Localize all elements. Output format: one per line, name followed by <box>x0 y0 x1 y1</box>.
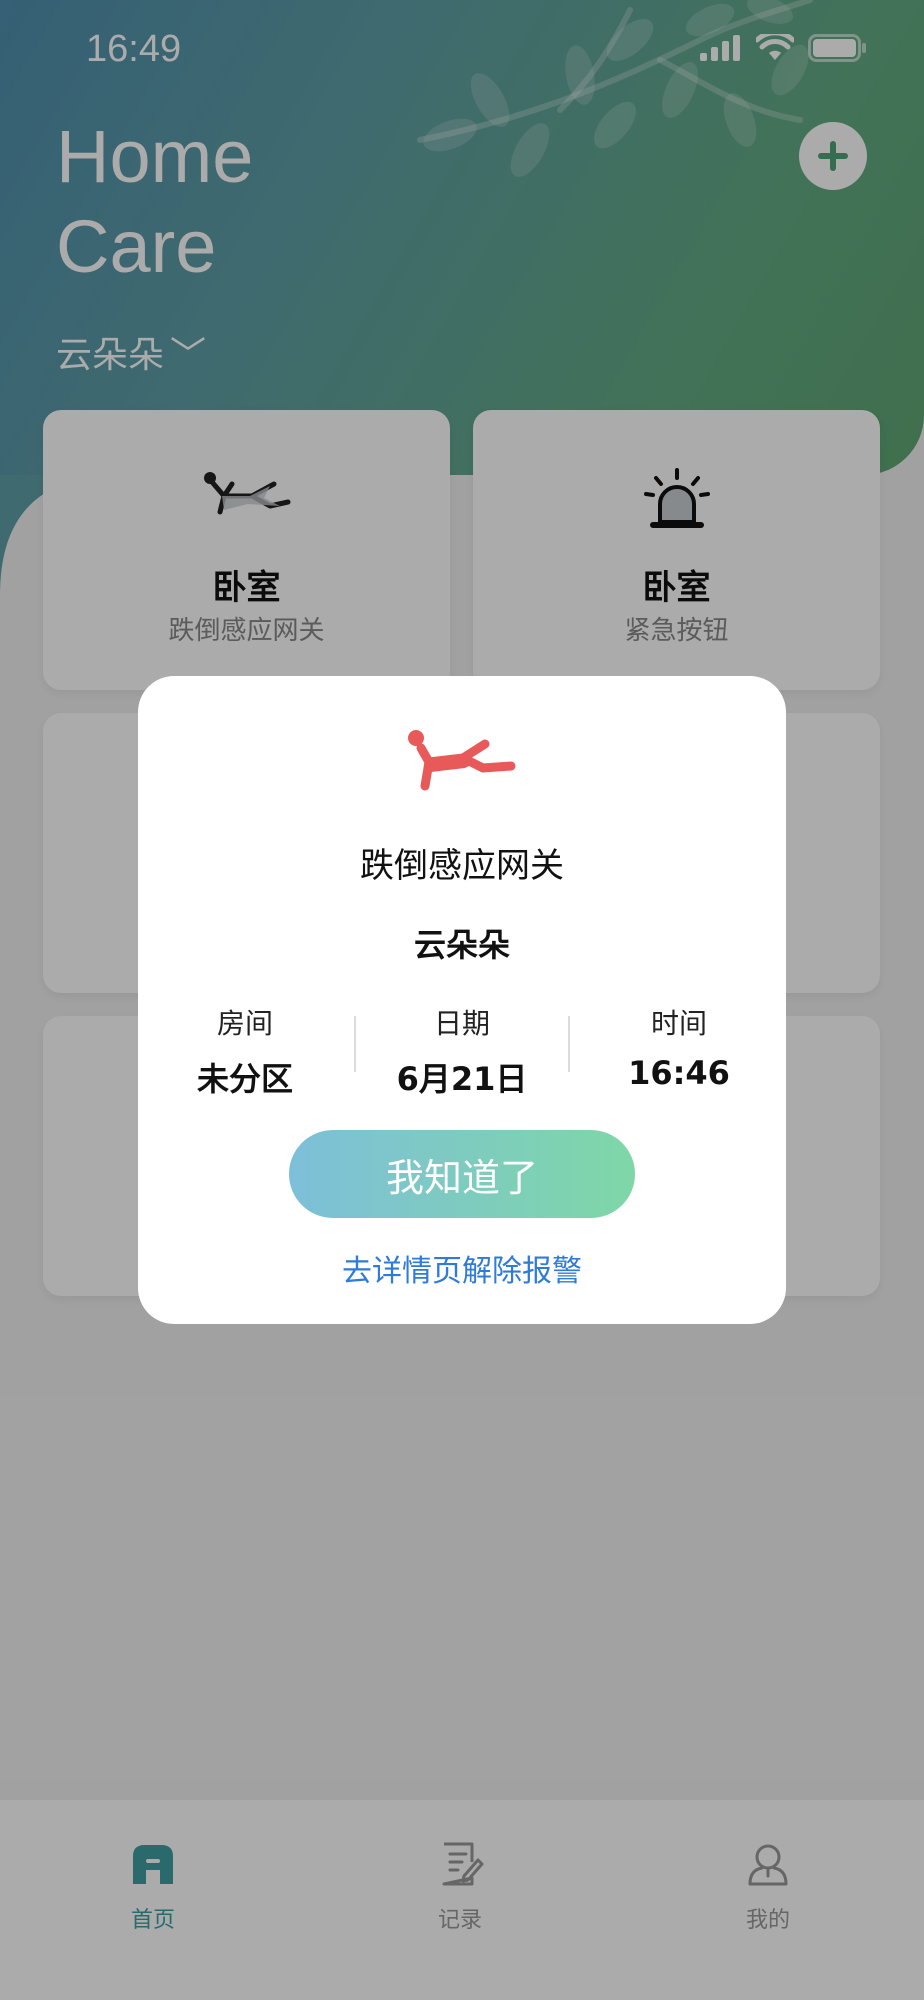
alert-date: 日期 6月21日 <box>355 1002 569 1100</box>
divider <box>354 1016 356 1072</box>
alert-time: 时间 16:46 <box>572 1002 786 1092</box>
alert-room-value: 未分区 <box>196 1060 293 1098</box>
acknowledge-button[interactable]: 我知道了 <box>289 1130 635 1218</box>
fall-alert-dialog: 跌倒感应网关 云朵朵 房间 未分区 日期 6月21日 时间 16:46 我知道了… <box>138 676 786 1324</box>
alert-user-name: 云朵朵 <box>413 926 510 964</box>
alert-date-value: 6月21日 <box>396 1060 528 1098</box>
go-to-detail-link[interactable]: 去详情页解除报警 <box>138 1246 786 1290</box>
divider <box>568 1016 570 1072</box>
alert-room-label: 房间 <box>216 1007 273 1040</box>
alert-device-name: 跌倒感应网关 <box>360 846 564 886</box>
fall-person-icon <box>138 728 786 794</box>
alert-info-row: 房间 未分区 日期 6月21日 时间 16:46 <box>138 1002 786 1102</box>
alert-time-value: 16:46 <box>628 1054 730 1092</box>
alert-date-label: 日期 <box>433 1007 490 1040</box>
alert-room: 房间 未分区 <box>138 1002 352 1100</box>
alert-time-label: 时间 <box>650 1007 707 1040</box>
